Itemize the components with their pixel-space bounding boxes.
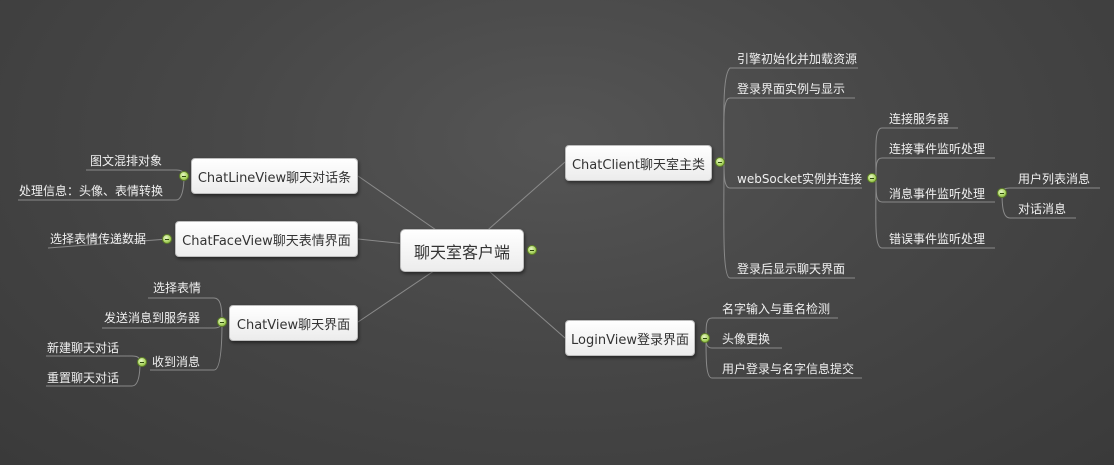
leaf-receive-message: 收到消息 [152,355,201,369]
collapse-icon[interactable] [162,234,172,244]
leaf-connect-event: 连接事件监听处理 [889,142,986,156]
collapse-icon[interactable] [179,171,189,181]
leaf-user-login: 用户登录与名字信息提交 [722,362,855,376]
leaf-connect-server: 连接服务器 [889,112,950,126]
link-cc-2 [723,97,855,163]
collapse-icon[interactable] [997,188,1007,198]
collapse-icon[interactable] [700,333,710,343]
leaf-user-list: 用户列表消息 [1018,172,1091,186]
leaf-login-instance: 登录界面实例与显示 [737,82,846,96]
link-cl-1 [86,169,185,177]
leaf-name-input: 名字输入与重名检测 [722,302,831,316]
leaf-process-info: 处理信息：头像、表情转换 [19,184,164,198]
topic-loginview[interactable]: LoginView登录界面 [565,320,695,356]
leaf-select-emoji: 选择表情 [153,281,202,295]
leaf-avatar-change: 头像更换 [722,332,771,346]
collapse-icon[interactable] [715,157,725,167]
leaf-websocket: webSocket实例并连接 [737,172,862,186]
topic-chatlineview[interactable]: ChatLineView聊天对话条 [191,158,358,194]
mind-map: 聊天室客户端 ChatClient聊天室主类 引擎初始化并加载资源 登录界面实例… [0,0,1114,465]
topic-chatview[interactable]: ChatView聊天界面 [229,305,358,341]
link-ws-2 [875,157,995,179]
leaf-select-emoji-data: 选择表情传递数据 [50,232,147,246]
leaf-message-event: 消息事件监听处理 [889,187,986,201]
topic-chatclient[interactable]: ChatClient聊天室主类 [565,145,712,181]
link-msg-1 [1001,187,1100,194]
leaf-new-chat: 新建聊天对话 [47,341,120,355]
leaf-send-message: 发送消息到服务器 [104,311,201,325]
central-topic[interactable]: 聊天室客户端 [400,229,524,272]
leaf-show-chat: 登录后显示聊天界面 [737,262,846,276]
leaf-engine-init: 引擎初始化并加载资源 [737,52,858,66]
collapse-icon[interactable] [217,317,227,327]
leaf-reset-chat: 重置聊天对话 [47,371,120,385]
collapse-icon[interactable] [867,173,877,183]
link-rcv-1 [46,355,141,363]
collapse-icon[interactable] [137,357,147,367]
leaf-error-event: 错误事件监听处理 [889,232,986,246]
leaf-rich-text: 图文混排对象 [90,154,163,168]
leaf-dialog-msg: 对话消息 [1018,202,1067,216]
topic-chatfaceview[interactable]: ChatFaceView聊天表情界面 [175,221,358,257]
collapse-icon[interactable] [527,245,537,255]
